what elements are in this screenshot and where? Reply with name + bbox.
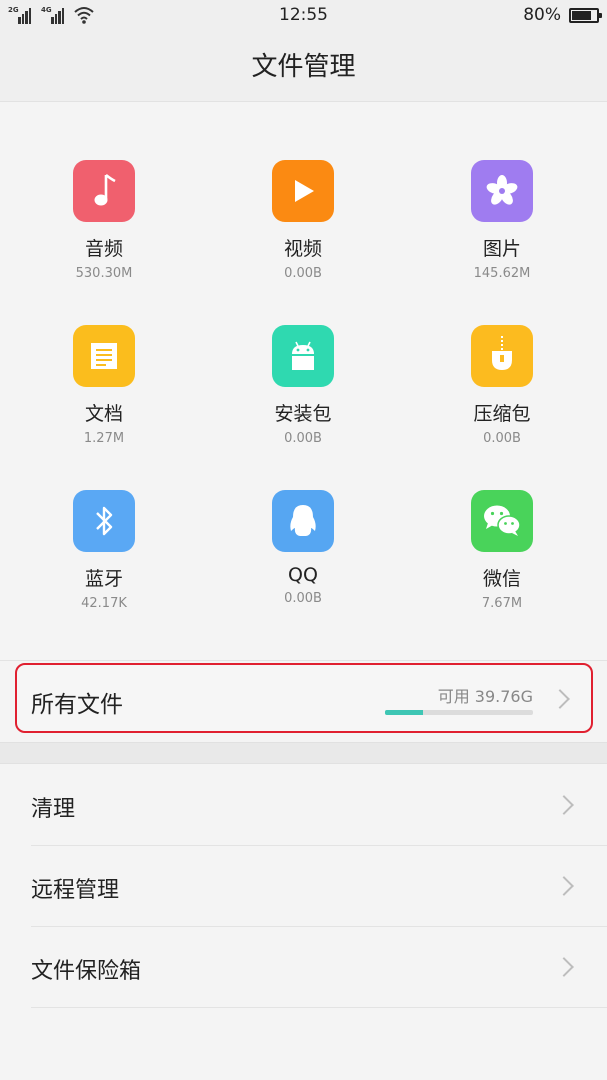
category-label: 安装包 <box>274 403 332 425</box>
menu-item-label: 清理 <box>31 797 76 822</box>
menu-item-label: 远程管理 <box>31 878 120 903</box>
category-video[interactable]: 视频 0.00B <box>223 160 383 310</box>
chevron-right-icon <box>550 689 570 709</box>
clock: 12:55 <box>279 5 328 25</box>
category-label: 视频 <box>283 238 322 260</box>
flower-icon <box>471 160 533 222</box>
play-icon <box>272 160 334 222</box>
category-size: 7.67M <box>481 596 523 611</box>
category-size: 530.30M <box>75 266 133 281</box>
document-icon <box>73 325 135 387</box>
menu-item-remote-management[interactable]: 远程管理 <box>0 846 607 927</box>
category-bluetooth[interactable]: 蓝牙 42.17K <box>24 490 184 640</box>
divider <box>31 1007 607 1008</box>
category-apk[interactable]: 安装包 0.00B <box>223 325 383 475</box>
title-bar: 文件管理 <box>0 32 607 102</box>
section-separator <box>0 742 607 764</box>
qq-penguin-icon <box>272 490 334 552</box>
category-size: 42.17K <box>81 596 127 611</box>
category-label: QQ <box>288 564 318 586</box>
category-size: 0.00B <box>284 266 322 281</box>
category-label: 压缩包 <box>473 403 531 425</box>
category-size: 0.00B <box>284 431 322 446</box>
category-qq[interactable]: QQ 0.00B <box>223 490 383 640</box>
category-archives[interactable]: 压缩包 0.00B <box>422 325 582 475</box>
category-label: 微信 <box>482 568 521 590</box>
category-images[interactable]: 图片 145.62M <box>422 160 582 310</box>
category-size: 0.00B <box>284 591 322 606</box>
all-files-row[interactable]: 所有文件 可用 39.76G <box>15 663 593 733</box>
battery-icon <box>569 7 602 23</box>
category-size: 0.00B <box>483 431 521 446</box>
menu-item-file-safe[interactable]: 文件保险箱 <box>0 927 607 1008</box>
chevron-right-icon <box>554 876 574 896</box>
category-label: 音频 <box>84 238 123 260</box>
bluetooth-icon <box>73 490 135 552</box>
category-label: 文档 <box>84 403 123 425</box>
storage-usage-bar <box>385 710 533 715</box>
category-audio[interactable]: 音频 530.30M <box>24 160 184 310</box>
battery-percent: 80% <box>523 5 561 25</box>
status-bar: 2G 4G 12:55 80% <box>0 0 607 32</box>
menu-item-label: 文件保险箱 <box>31 959 142 984</box>
android-icon <box>272 325 334 387</box>
category-grid: 音频 530.30M 视频 0.00B 图片 145.62M 文档 1.27M … <box>0 102 607 660</box>
chevron-right-icon <box>554 795 574 815</box>
available-storage-text: 可用 39.76G <box>437 687 533 706</box>
zip-icon <box>471 325 533 387</box>
category-label: 图片 <box>482 238 521 260</box>
music-note-icon <box>73 160 135 222</box>
divider <box>0 660 607 661</box>
category-size: 1.27M <box>83 431 125 446</box>
category-wechat[interactable]: 微信 7.67M <box>422 490 582 640</box>
all-files-label: 所有文件 <box>31 692 123 718</box>
wechat-icon <box>471 490 533 552</box>
category-documents[interactable]: 文档 1.27M <box>24 325 184 475</box>
page-title: 文件管理 <box>251 52 356 82</box>
menu-item-cleanup[interactable]: 清理 <box>0 765 607 846</box>
chevron-right-icon <box>554 957 574 977</box>
category-label: 蓝牙 <box>84 568 123 590</box>
category-size: 145.62M <box>473 266 531 281</box>
